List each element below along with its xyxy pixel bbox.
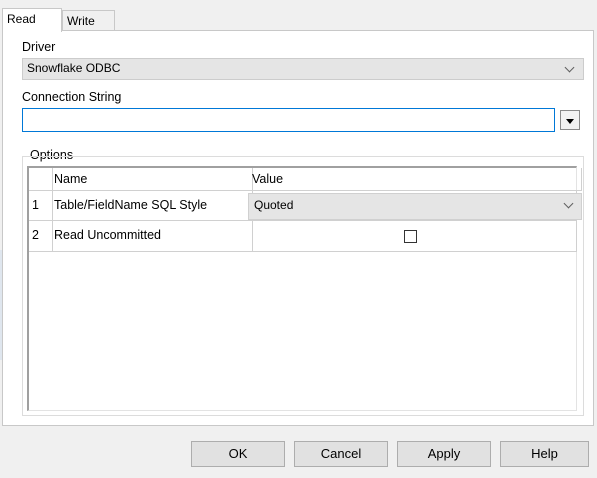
row-name-read-uncommitted: Read Uncommitted [49, 220, 253, 252]
chevron-down-icon [564, 62, 575, 73]
options-grid: Name Value 1 Table/FieldName SQL Style Q… [27, 166, 582, 411]
ok-button[interactable]: OK [191, 441, 285, 467]
triangle-down-icon [566, 119, 574, 124]
apply-button[interactable]: Apply [397, 441, 491, 467]
cancel-button[interactable]: Cancel [294, 441, 388, 467]
tab-write-label: Write [67, 14, 95, 28]
read-uncommitted-checkbox[interactable] [404, 230, 417, 243]
chevron-down-icon [563, 198, 574, 209]
tab-write[interactable]: Write [62, 10, 115, 32]
column-header-value: Value [247, 168, 582, 191]
column-header-name: Name [49, 168, 253, 191]
tab-read[interactable]: Read [2, 8, 62, 32]
sql-style-select-value: Quoted [254, 198, 294, 212]
connection-string-input[interactable] [22, 108, 555, 132]
driver-select[interactable]: Snowflake ODBC [22, 58, 584, 80]
tab-panel: Driver Snowflake ODBC Connection String … [2, 30, 594, 426]
driver-label: Driver [22, 40, 56, 54]
connection-string-dropdown-button[interactable] [560, 110, 580, 130]
help-button[interactable]: Help [500, 441, 589, 467]
row-name-table-fieldname-sql-style: Table/FieldName SQL Style [49, 190, 253, 221]
tab-read-label: Read [7, 12, 36, 26]
connection-string-label: Connection String [22, 90, 122, 104]
driver-select-value: Snowflake ODBC [27, 61, 121, 75]
sql-style-select[interactable]: Quoted [248, 193, 582, 220]
